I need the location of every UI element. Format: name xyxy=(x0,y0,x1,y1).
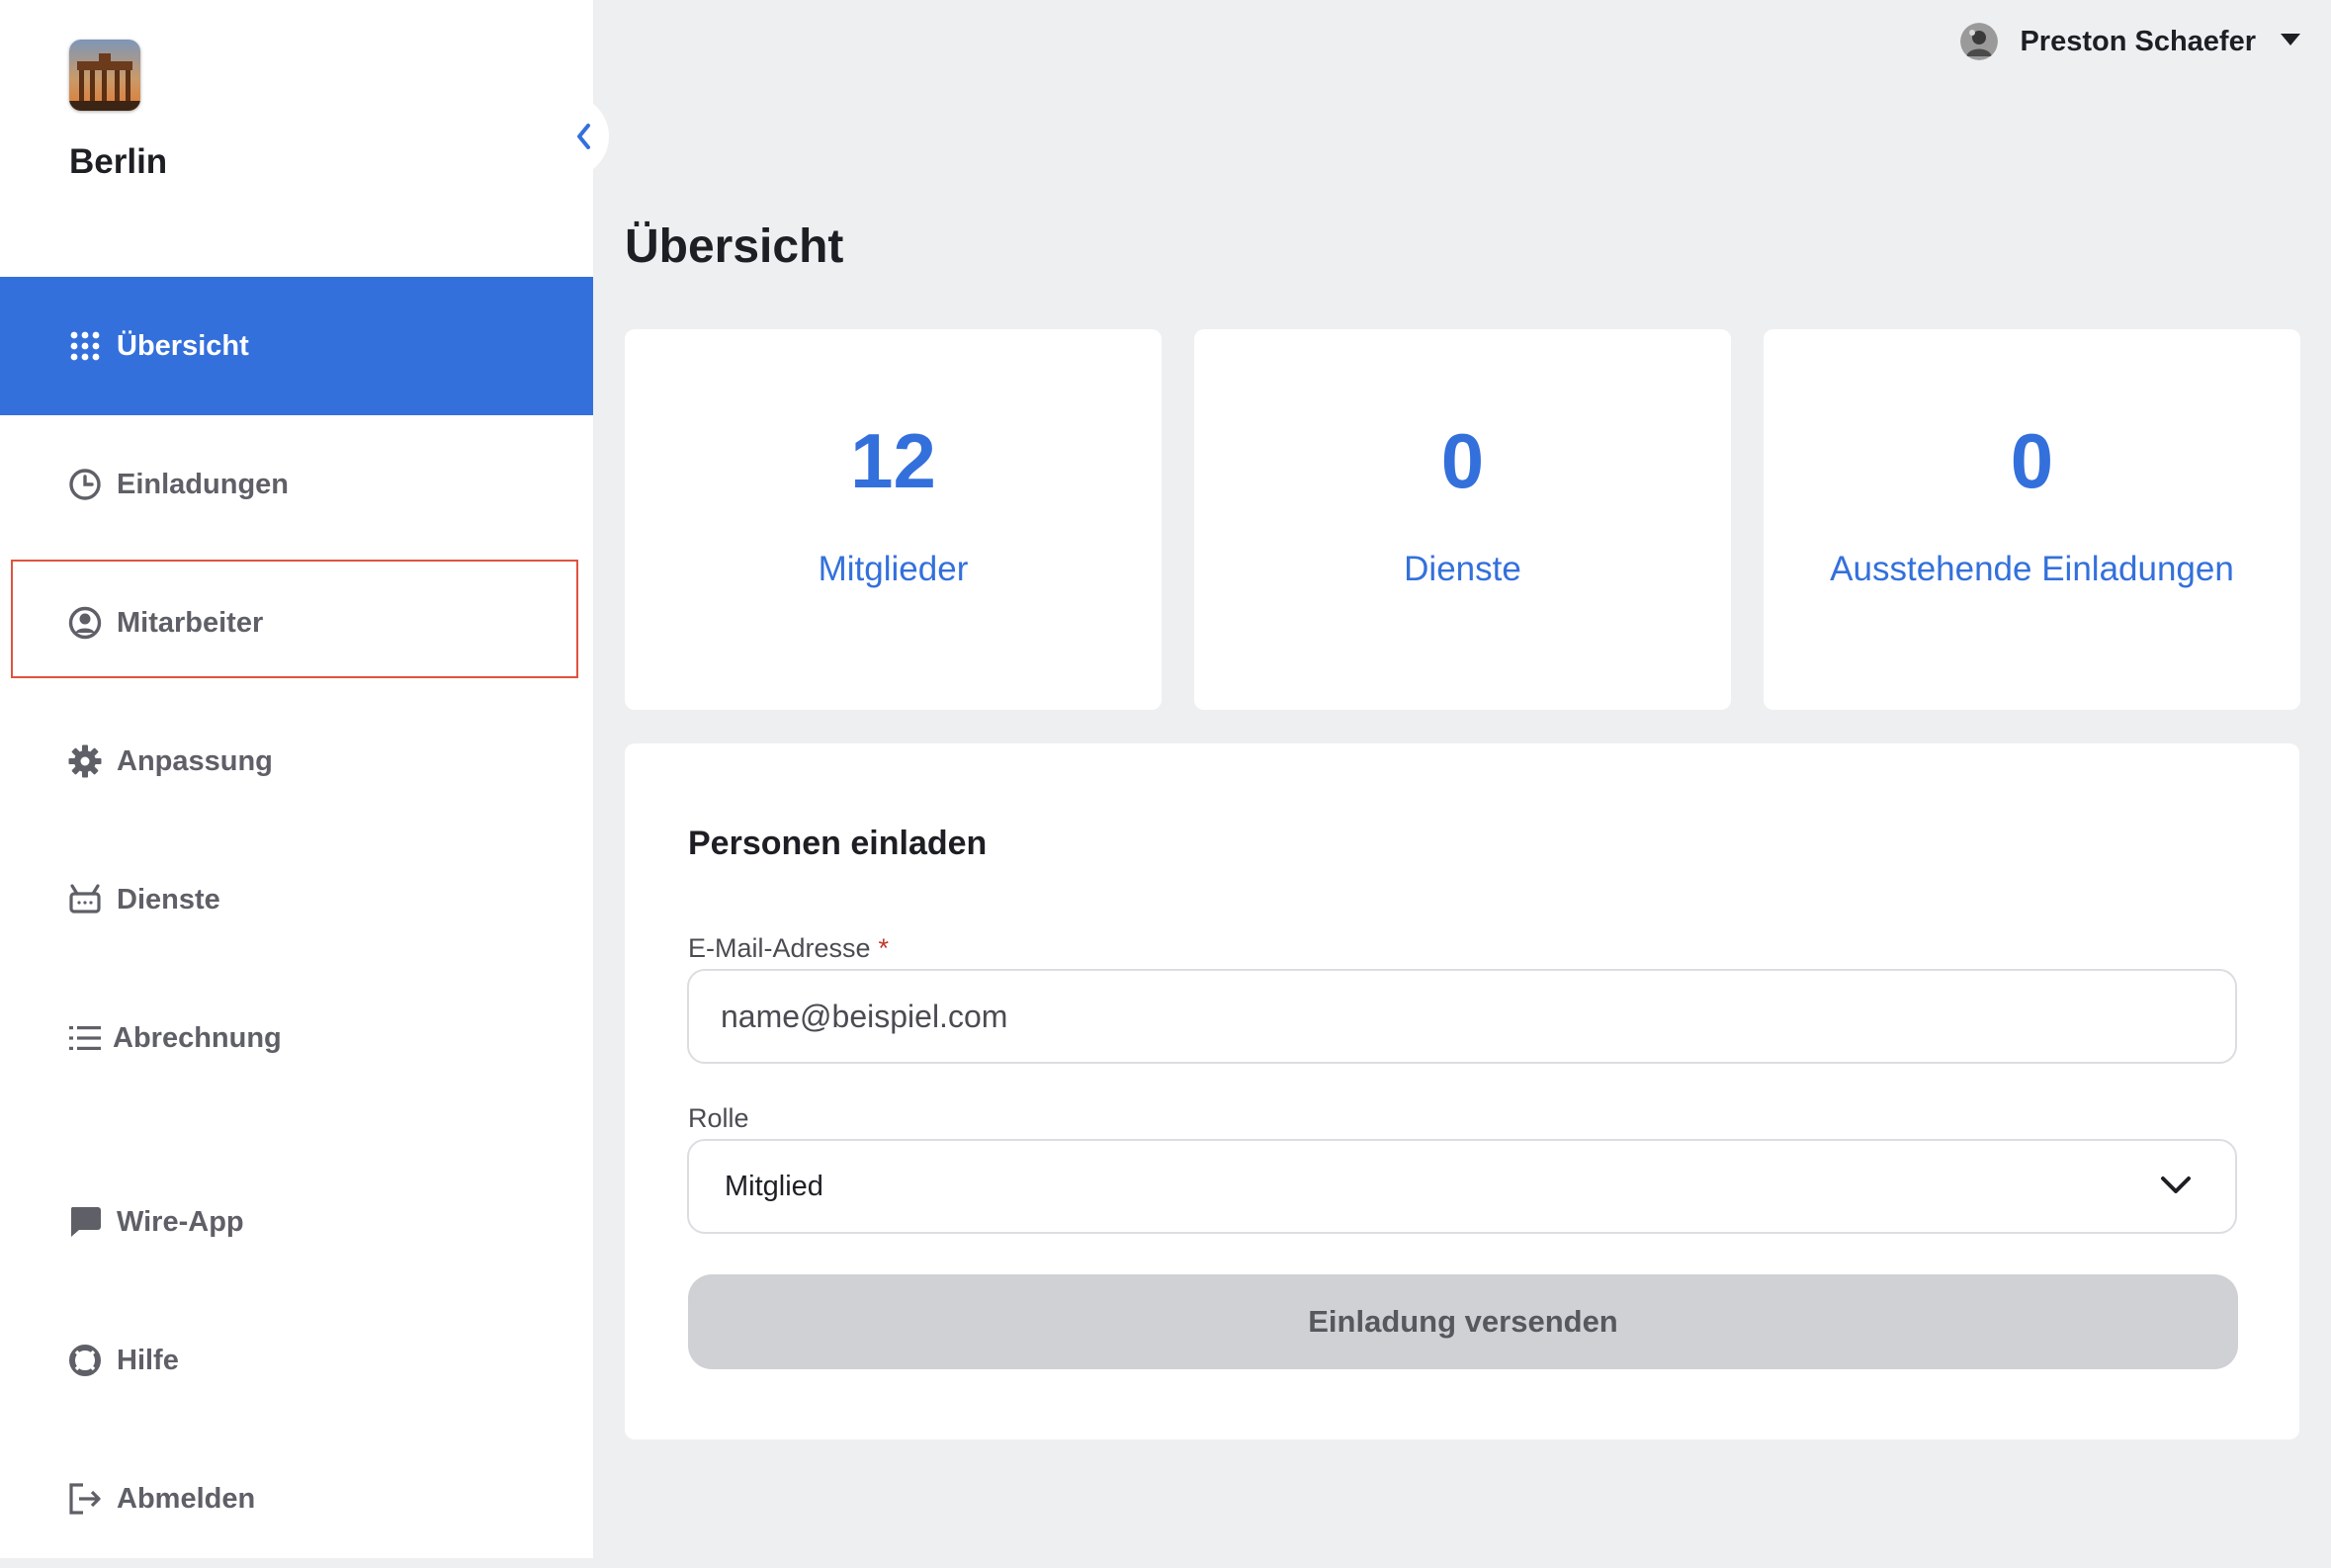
invite-title: Personen einladen xyxy=(688,825,988,862)
stat-label: Mitglieder xyxy=(818,550,969,588)
stat-card-pending-invites[interactable]: 0 Ausstehende Einladungen xyxy=(1764,329,2300,710)
page-title: Übersicht xyxy=(625,220,844,273)
stat-label: Dienste xyxy=(1404,550,1521,588)
stat-value: 12 xyxy=(850,417,936,504)
sidebar-item-label: Wire-App xyxy=(117,1205,244,1238)
sidebar-item-label: Mitarbeiter xyxy=(117,606,264,639)
caret-down-icon xyxy=(2280,33,2301,51)
clock-icon xyxy=(67,467,103,502)
grid-icon xyxy=(67,328,103,364)
stat-card-members[interactable]: 12 Mitglieder xyxy=(625,329,1162,710)
sidebar-item-dienste[interactable]: Dienste xyxy=(0,830,593,969)
sidebar-item-hilfe[interactable]: Hilfe xyxy=(0,1291,593,1430)
sidebar-item-mitarbeiter[interactable]: Mitarbeiter xyxy=(0,554,593,692)
sidebar-item-label: Anpassung xyxy=(117,744,273,777)
sidebar-item-uebersicht[interactable]: Übersicht xyxy=(0,277,593,415)
avatar xyxy=(1960,23,1999,60)
gear-icon xyxy=(67,743,103,779)
user-name: Preston Schaefer xyxy=(2020,25,2256,57)
chevron-down-icon xyxy=(2160,1175,2192,1201)
sidebar-item-label: Einladungen xyxy=(117,468,289,500)
sidebar-item-label: Dienste xyxy=(117,883,220,915)
sidebar-item-wire-app[interactable]: Wire-App xyxy=(0,1153,593,1291)
stat-card-services[interactable]: 0 Dienste xyxy=(1194,329,1731,710)
user-menu[interactable]: Preston Schaefer xyxy=(1960,18,2301,65)
role-select[interactable]: Mitglied xyxy=(687,1139,2237,1234)
role-label: Rolle xyxy=(688,1103,749,1133)
required-marker: * xyxy=(878,933,890,963)
sidebar-item-label: Abrechnung xyxy=(113,1021,282,1054)
sidebar-item-anpassung[interactable]: Anpassung xyxy=(0,692,593,830)
robot-icon xyxy=(67,882,103,917)
email-input[interactable] xyxy=(687,969,2237,1064)
brandenburg-gate-logo xyxy=(69,40,140,111)
sidebar-item-abmelden[interactable]: Abmelden xyxy=(0,1430,593,1568)
stat-value: 0 xyxy=(1440,417,1485,504)
user-circle-icon xyxy=(67,605,103,641)
email-label: E-Mail-Adresse * xyxy=(688,933,889,964)
sidebar-item-label: Abmelden xyxy=(117,1482,256,1515)
stat-value: 0 xyxy=(2010,417,2054,504)
email-label-text: E-Mail-Adresse xyxy=(688,933,871,963)
sidebar-item-einladungen[interactable]: Einladungen xyxy=(0,415,593,554)
sidebar-item-label: Hilfe xyxy=(117,1344,179,1376)
sidebar-collapse-button[interactable] xyxy=(554,95,609,178)
team-name: Berlin xyxy=(69,142,168,181)
list-icon xyxy=(67,1020,103,1056)
sidebar-item-abrechnung[interactable]: Abrechnung xyxy=(0,969,593,1107)
invite-card: Personen einladen E-Mail-Adresse* Rolle … xyxy=(625,743,2299,1439)
send-invite-button[interactable]: Einladung versenden xyxy=(688,1274,2238,1369)
lifebuoy-icon xyxy=(67,1343,103,1378)
chat-bubble-icon xyxy=(67,1204,103,1240)
sidebar-item-label: Übersicht xyxy=(117,329,249,362)
stat-label: Ausstehende Einladungen xyxy=(1830,550,2234,588)
sidebar: Berlin Übersicht Einladungen Mitarbeiter… xyxy=(0,0,593,1558)
logout-icon xyxy=(67,1481,103,1517)
role-selected-value: Mitglied xyxy=(725,1171,823,1202)
